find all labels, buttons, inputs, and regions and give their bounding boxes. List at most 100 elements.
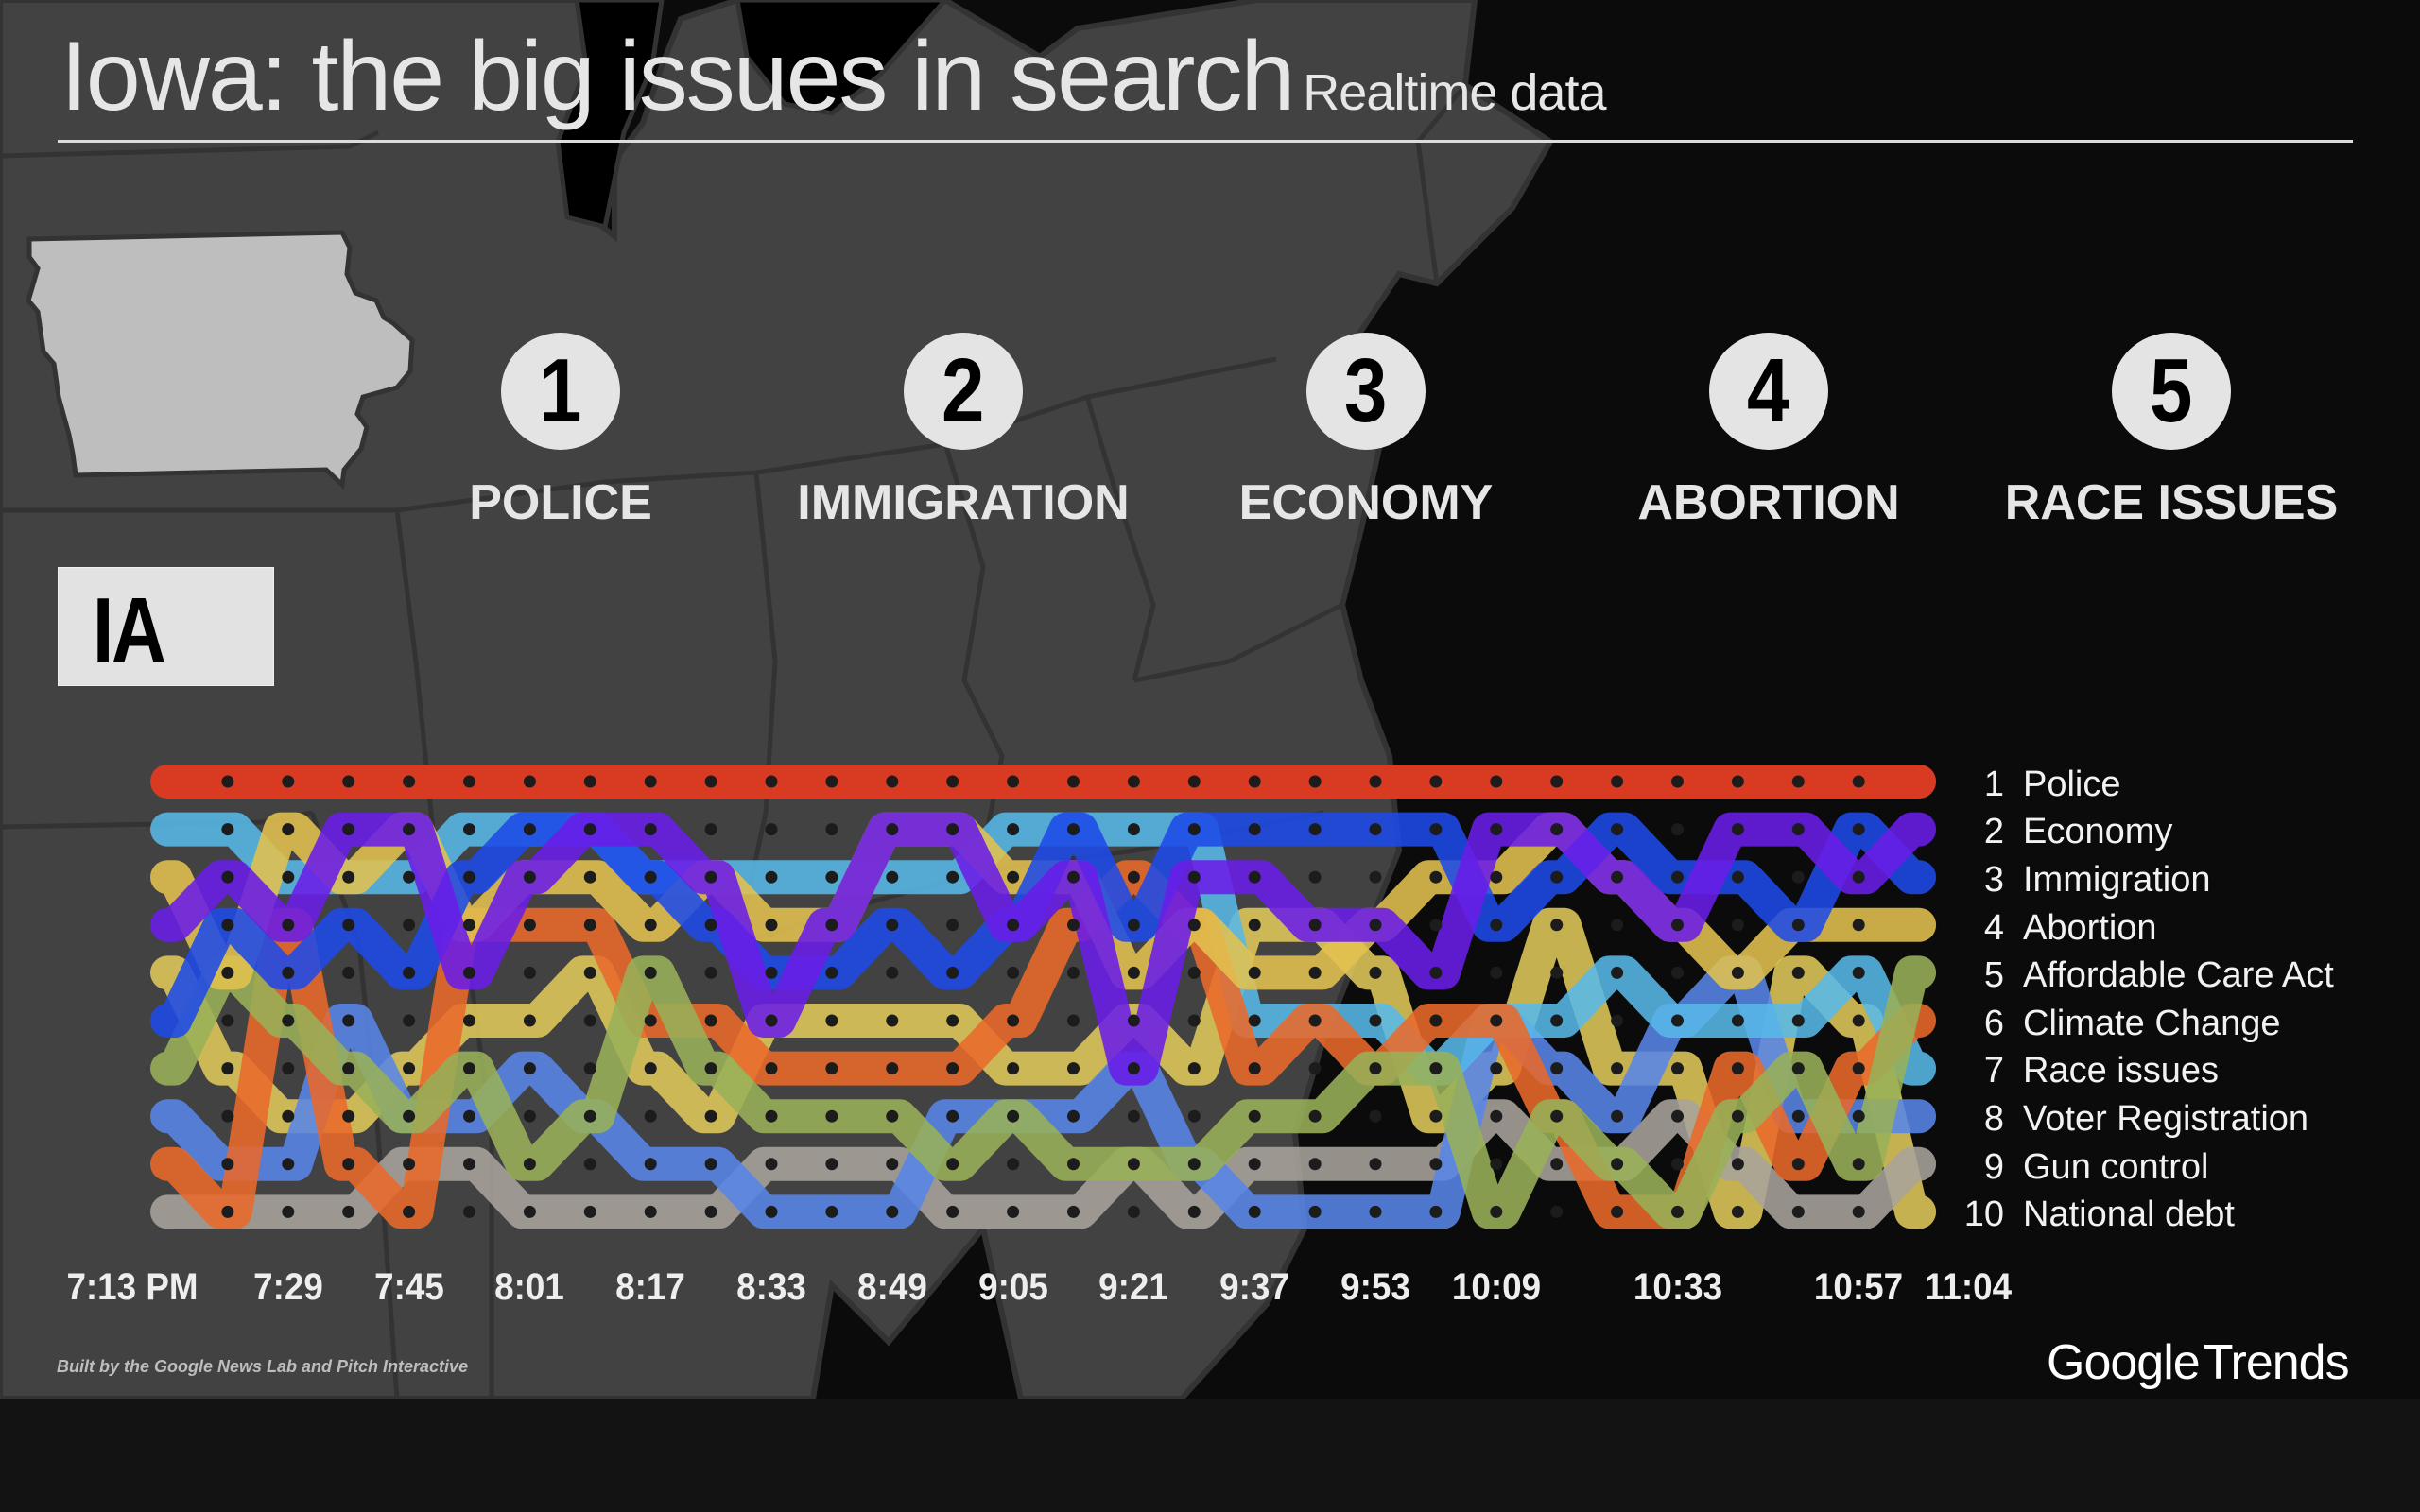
data-point xyxy=(704,919,717,932)
x-tick-label: 8:17 xyxy=(615,1266,686,1308)
data-point xyxy=(1791,870,1805,884)
legend-rank: 8 xyxy=(1983,1098,2004,1139)
data-point xyxy=(704,823,717,836)
data-point xyxy=(463,1014,475,1027)
data-point xyxy=(1067,1062,1080,1075)
data-point xyxy=(463,1158,475,1171)
legend-rank: 2 xyxy=(1983,812,2004,852)
data-point xyxy=(1007,823,1020,836)
data-point xyxy=(523,823,536,836)
data-point xyxy=(1308,1014,1322,1027)
data-point xyxy=(1429,1109,1443,1123)
data-point xyxy=(1248,1062,1261,1075)
data-point xyxy=(1127,1109,1140,1123)
data-point xyxy=(1248,1205,1261,1218)
legend-item: 4 Abortion xyxy=(1955,904,2334,953)
data-point xyxy=(1369,1062,1382,1075)
data-point xyxy=(523,966,536,979)
x-tick-label: 10:57 xyxy=(1814,1266,1904,1308)
top-issue-3: 3 ECONOMY xyxy=(1196,333,1536,531)
data-point xyxy=(1127,870,1140,884)
data-point xyxy=(342,1205,355,1218)
data-point xyxy=(342,1062,355,1075)
data-point xyxy=(403,1158,416,1171)
data-point xyxy=(1067,1205,1080,1218)
data-point xyxy=(765,966,778,979)
legend-label: Voter Registration xyxy=(2023,1098,2309,1139)
top-issue-2: 2 IMMIGRATION xyxy=(793,333,1133,531)
data-point xyxy=(1308,1109,1322,1123)
data-point xyxy=(583,1205,596,1218)
data-point xyxy=(1127,1205,1140,1218)
top-issue-4: 4 ABORTION xyxy=(1599,333,1939,531)
legend-item: 7 Race issues xyxy=(1955,1048,2334,1096)
data-point xyxy=(282,823,295,836)
legend-rank: 1 xyxy=(1983,764,2004,804)
data-point xyxy=(1731,1109,1744,1123)
data-point xyxy=(1187,823,1201,836)
legend-label: Climate Change xyxy=(2023,1003,2281,1043)
legend-label: Gun control xyxy=(2023,1146,2209,1187)
data-point xyxy=(583,1062,596,1075)
data-point xyxy=(1369,1205,1382,1218)
data-point xyxy=(1067,870,1080,884)
data-point xyxy=(644,966,657,979)
data-point xyxy=(1671,919,1684,932)
data-point xyxy=(825,1158,838,1171)
legend-rank: 4 xyxy=(1983,907,2004,948)
data-point xyxy=(644,870,657,884)
data-point xyxy=(1611,1205,1624,1218)
data-point xyxy=(1791,919,1805,932)
x-tick-label: 7:45 xyxy=(373,1266,444,1308)
data-point xyxy=(1187,966,1201,979)
data-point xyxy=(1791,1109,1805,1123)
data-point xyxy=(886,1158,899,1171)
data-point xyxy=(583,919,596,932)
data-point xyxy=(342,919,355,932)
data-point xyxy=(644,1062,657,1075)
data-point xyxy=(1429,1205,1443,1218)
data-point xyxy=(403,823,416,836)
data-point xyxy=(1611,1158,1624,1171)
data-point xyxy=(1127,823,1140,836)
data-point xyxy=(1791,775,1805,788)
data-point xyxy=(1187,1109,1201,1123)
data-point xyxy=(1067,919,1080,932)
data-point xyxy=(1611,870,1624,884)
data-point xyxy=(523,1158,536,1171)
data-point xyxy=(1308,1062,1322,1075)
data-point xyxy=(1852,966,1865,979)
data-point xyxy=(583,966,596,979)
data-point xyxy=(1007,870,1020,884)
data-point xyxy=(1248,966,1261,979)
data-point xyxy=(946,966,959,979)
data-point xyxy=(523,1014,536,1027)
data-point xyxy=(644,1205,657,1218)
data-point xyxy=(523,775,536,788)
data-point xyxy=(946,1109,959,1123)
legend-label: Economy xyxy=(2023,812,2173,852)
data-point xyxy=(1187,1014,1201,1027)
data-point xyxy=(1127,919,1140,932)
data-point xyxy=(886,1205,899,1218)
data-point xyxy=(1007,1158,1020,1171)
data-point xyxy=(221,823,234,836)
data-point xyxy=(825,870,838,884)
data-point xyxy=(583,1158,596,1171)
data-point xyxy=(1550,775,1564,788)
data-point xyxy=(1248,1109,1261,1123)
data-point xyxy=(1187,775,1201,788)
data-point xyxy=(342,966,355,979)
credit-text: Built by the Google News Lab and Pitch I… xyxy=(57,1357,469,1376)
data-point xyxy=(1611,1062,1624,1075)
data-point xyxy=(704,1205,717,1218)
rank-badge: 4 xyxy=(1709,333,1828,450)
legend-label: Race issues xyxy=(2023,1051,2219,1091)
data-point xyxy=(1791,966,1805,979)
legend-item: 10 National debt xyxy=(1955,1191,2334,1239)
data-point xyxy=(765,1205,778,1218)
data-point xyxy=(1611,919,1624,932)
legend-item: 9 Gun control xyxy=(1955,1143,2334,1192)
data-point xyxy=(825,966,838,979)
data-point xyxy=(1067,823,1080,836)
